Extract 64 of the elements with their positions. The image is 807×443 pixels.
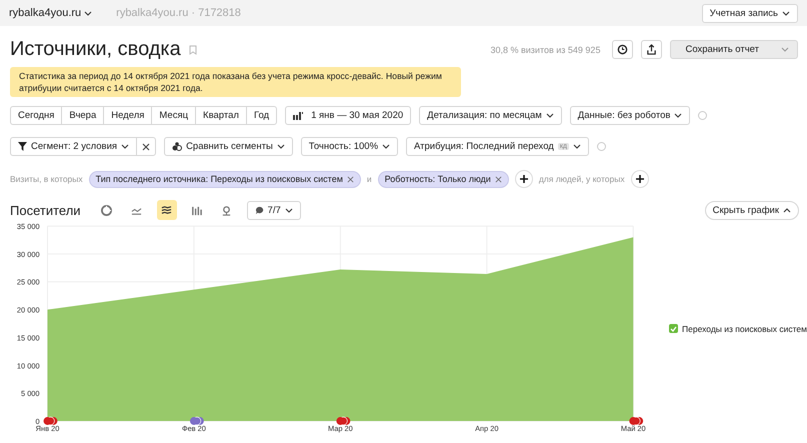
notes-dropdown[interactable]: 7/7	[246, 200, 301, 220]
history-button[interactable]	[612, 40, 634, 59]
people-conditions-label: для людей, у которых	[538, 174, 625, 184]
conditions-label: Визиты, в которых	[10, 174, 83, 184]
site-selector[interactable]: rybalka4you.ru	[9, 7, 92, 19]
notice-banner: Статистика за период до 14 октября 2021 года показана без учета режима кросс-девайс. Новый режим атрибуции считается с 14 октября 2021 года.	[10, 67, 461, 97]
compare-segments-dropdown[interactable]: Сравнить сегменты	[164, 137, 293, 156]
counter-label: rybalka4you.ru · 7172818	[116, 7, 241, 19]
chevron-down-icon	[276, 144, 285, 149]
drops-icon	[172, 142, 182, 151]
page-title: Источники, сводка	[10, 38, 181, 61]
accuracy-dropdown[interactable]: Точность: 100%	[300, 137, 398, 156]
condition-chip[interactable]: Роботность: Только люди	[378, 170, 509, 188]
period-button[interactable]: Месяц	[151, 106, 196, 125]
close-icon[interactable]	[494, 176, 502, 182]
event-marker-icon[interactable]	[190, 416, 204, 426]
upload-icon	[646, 44, 658, 55]
close-icon[interactable]	[346, 176, 354, 182]
clock-icon	[617, 44, 628, 55]
chevron-down-icon	[781, 47, 789, 52]
save-report-button[interactable]: Сохранить отчет	[670, 40, 798, 59]
period-button[interactable]: Неделя	[103, 106, 152, 125]
chart-type-button[interactable]	[156, 200, 177, 220]
chart-title: Посетители	[10, 202, 81, 218]
event-marker-icon[interactable]	[629, 416, 644, 426]
date-range-button[interactable]: 1 янв — 30 мая 2020	[285, 106, 412, 125]
chevron-down-icon	[284, 208, 293, 212]
detail-dropdown[interactable]: Детализация: по месяцам	[419, 106, 562, 125]
add-people-condition-button[interactable]	[630, 170, 649, 188]
filter-icon	[18, 142, 27, 151]
event-marker-icon[interactable]	[336, 416, 350, 426]
segment-dropdown[interactable]: Сегмент: 2 условия	[10, 137, 138, 156]
chevron-down-icon	[674, 113, 682, 118]
chevron-down-icon	[84, 10, 92, 16]
map-pin-icon	[221, 204, 232, 216]
event-marker-icon[interactable]	[44, 416, 58, 426]
add-condition-button[interactable]	[514, 170, 533, 188]
bar-chart-icon	[191, 204, 202, 216]
chevron-up-icon	[783, 208, 791, 212]
legend-checkbox[interactable]	[669, 324, 678, 333]
export-button[interactable]	[641, 40, 662, 59]
period-button[interactable]: Вчера	[61, 106, 104, 125]
period-button[interactable]: Сегодня	[10, 106, 62, 125]
chevron-down-icon	[121, 144, 130, 149]
chevron-down-icon	[572, 144, 581, 149]
close-icon	[142, 142, 150, 150]
plus-icon	[520, 175, 528, 183]
condition-chip[interactable]: Тип последнего источника: Переходы из поисковых систем	[88, 170, 361, 188]
clear-segment-button[interactable]	[136, 137, 156, 156]
data-dropdown[interactable]: Данные: без роботов	[570, 106, 690, 125]
sample-info: 30,8 % визитов из 549 925	[490, 44, 600, 54]
period-button[interactable]: Квартал	[195, 106, 247, 125]
area-chart-icon	[161, 204, 172, 216]
chevron-down-icon	[382, 144, 390, 149]
chevron-down-icon	[782, 10, 790, 16]
account-button[interactable]: Учетная запись	[702, 4, 798, 22]
pie-chart-icon	[101, 204, 112, 216]
period-button[interactable]: Год	[246, 106, 278, 125]
plus-icon	[636, 175, 644, 183]
hide-chart-button[interactable]: Скрыть график	[704, 200, 799, 220]
speech-bubble-icon	[254, 206, 264, 214]
chevron-down-icon	[546, 113, 554, 118]
legend-label: Переходы из поисковых систем	[682, 324, 807, 334]
conditions-joiner: и	[366, 174, 372, 184]
